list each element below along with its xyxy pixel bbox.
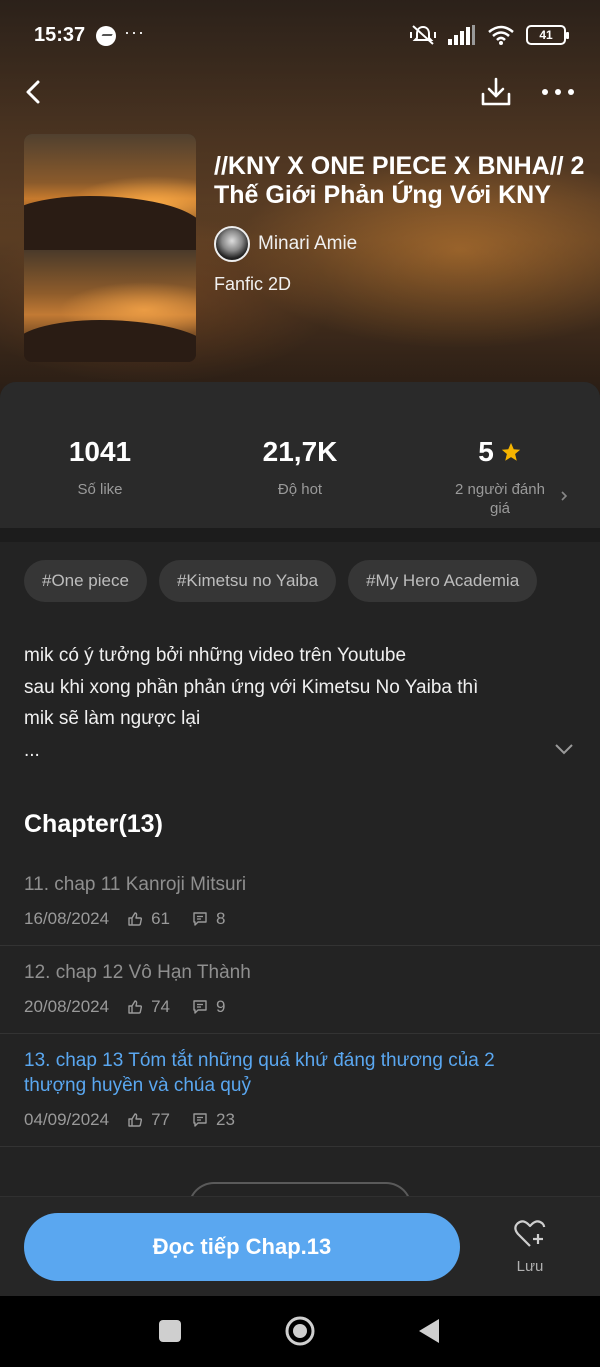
chapter-item-current[interactable]: 13. chap 13 Tóm tắt những quá khứ đáng t… [0, 1034, 600, 1147]
heart-plus-icon [514, 1220, 546, 1247]
section-divider [0, 528, 600, 542]
chapter-meta: 04/09/2024 77 23 [24, 1110, 576, 1130]
book-title: //KNY X ONE PIECE X BNHA// 2 Thế Giới Ph… [214, 152, 585, 209]
description-ellipsis: ... [24, 739, 40, 761]
thumbs-up-icon [128, 1000, 143, 1014]
tag-chip[interactable]: #One piece [24, 560, 147, 602]
rating-label: 2 người đánh giá [455, 481, 545, 517]
recent-apps-button[interactable] [159, 1320, 181, 1342]
system-nav-bar [0, 1296, 600, 1367]
cover-hill [24, 320, 196, 362]
battery-indicator: 41 [526, 25, 569, 45]
chapter-likes: 61 [127, 909, 170, 929]
likes-value: 1041 [68, 436, 132, 467]
expand-description-icon[interactable] [554, 742, 574, 756]
author-name: Minari Amie [258, 233, 358, 254]
chapter-list: 11. chap 11 Kanroji Mitsuri 16/08/2024 6… [0, 858, 600, 1147]
home-button[interactable] [284, 1315, 316, 1347]
chevron-left-icon [26, 80, 40, 104]
avatar [214, 226, 250, 262]
chapter-comments: 23 [192, 1110, 235, 1130]
cover-hill [24, 196, 196, 256]
download-button[interactable] [478, 72, 514, 112]
description-line: mik có ý tưởng bởi những video trên Yout… [24, 645, 407, 666]
book-cover [24, 134, 196, 362]
more-options-button[interactable] [538, 72, 578, 112]
chevron-right-icon [561, 491, 568, 501]
author-row[interactable]: Minari Amie [214, 226, 357, 262]
chapter-likes: 77 [127, 1110, 170, 1130]
star-icon [501, 442, 520, 461]
chapter-likes: 74 [127, 997, 170, 1017]
chapter-title: 11. chap 11 Kanroji Mitsuri [24, 874, 247, 895]
mute-vibrate-icon [410, 25, 436, 45]
description: mik có ý tưởng bởi những video trên Yout… [24, 640, 544, 766]
cover-image-bottom [24, 250, 196, 362]
top-nav [0, 70, 600, 114]
wifi-icon [488, 25, 514, 45]
comment-icon [193, 1113, 207, 1127]
likes-label: Số like [77, 481, 123, 498]
tag-chip[interactable]: #Kimetsu no Yaiba [158, 560, 337, 602]
hot-value: 21,7K [262, 436, 338, 467]
save-label: Lưu [516, 1258, 544, 1275]
thumbs-up-icon [128, 912, 143, 926]
chapter-item[interactable]: 11. chap 11 Kanroji Mitsuri 16/08/2024 6… [0, 858, 600, 946]
back-button[interactable] [18, 72, 50, 112]
chapter-comments: 8 [192, 909, 225, 929]
comment-icon [193, 912, 207, 926]
download-icon [481, 77, 511, 106]
rating-value: 5 [400, 436, 600, 468]
chapter-date: 04/09/2024 [24, 1110, 110, 1129]
chapter-heading: Chapter(13) [24, 810, 163, 838]
chapter-comments: 9 [192, 997, 225, 1017]
signal-icon [448, 25, 475, 45]
continue-reading-button[interactable]: Đọc tiếp Chap.13 [24, 1213, 460, 1281]
chapter-item[interactable]: 12. chap 12 Vô Hạn Thành 20/08/2024 74 9 [0, 946, 600, 1034]
save-button[interactable]: Lưu [500, 1219, 560, 1275]
system-back-button[interactable] [416, 1317, 442, 1345]
status-more-indicator: ··· [124, 22, 145, 42]
chapter-meta: 20/08/2024 74 9 [24, 997, 576, 1017]
tag-chip[interactable]: #My Hero Academia [348, 560, 538, 602]
chapter-date: 16/08/2024 [24, 909, 110, 928]
status-icons: 41 [410, 24, 569, 46]
description-line: sau khi xong phần phản ứng với Kimetsu N… [24, 676, 479, 698]
stats-section: 1041 Số like 21,7K Độ hot 5 2 người đánh… [0, 382, 600, 528]
hot-label: Độ hot [277, 481, 323, 498]
more-horizontal-icon [542, 89, 574, 95]
chapter-title: 13. chap 13 Tóm tắt những quá khứ đáng t… [24, 1050, 495, 1096]
stat-likes: 1041 Số like [0, 436, 200, 499]
messenger-icon [96, 26, 116, 46]
cover-image-top [24, 134, 196, 256]
stat-hot: 21,7K Độ hot [200, 436, 400, 499]
status-bar: 15:37 ··· 41 [0, 0, 600, 70]
description-line: mik sẽ làm ngược lại [24, 708, 201, 729]
comment-icon [193, 1000, 207, 1014]
bottom-action-bar: Đọc tiếp Chap.13 Lưu [0, 1196, 600, 1296]
chapter-title: 12. chap 12 Vô Hạn Thành [24, 962, 251, 983]
thumbs-up-icon [128, 1113, 143, 1127]
status-time: 15:37 [34, 24, 86, 46]
chapter-date: 20/08/2024 [24, 997, 110, 1016]
chapter-meta: 16/08/2024 61 8 [24, 909, 576, 929]
tag-list: #One piece #Kimetsu no Yaiba #My Hero Ac… [24, 560, 538, 602]
stat-rating[interactable]: 5 2 người đánh giá [400, 436, 600, 518]
book-genre: Fanfic 2D [214, 274, 292, 294]
